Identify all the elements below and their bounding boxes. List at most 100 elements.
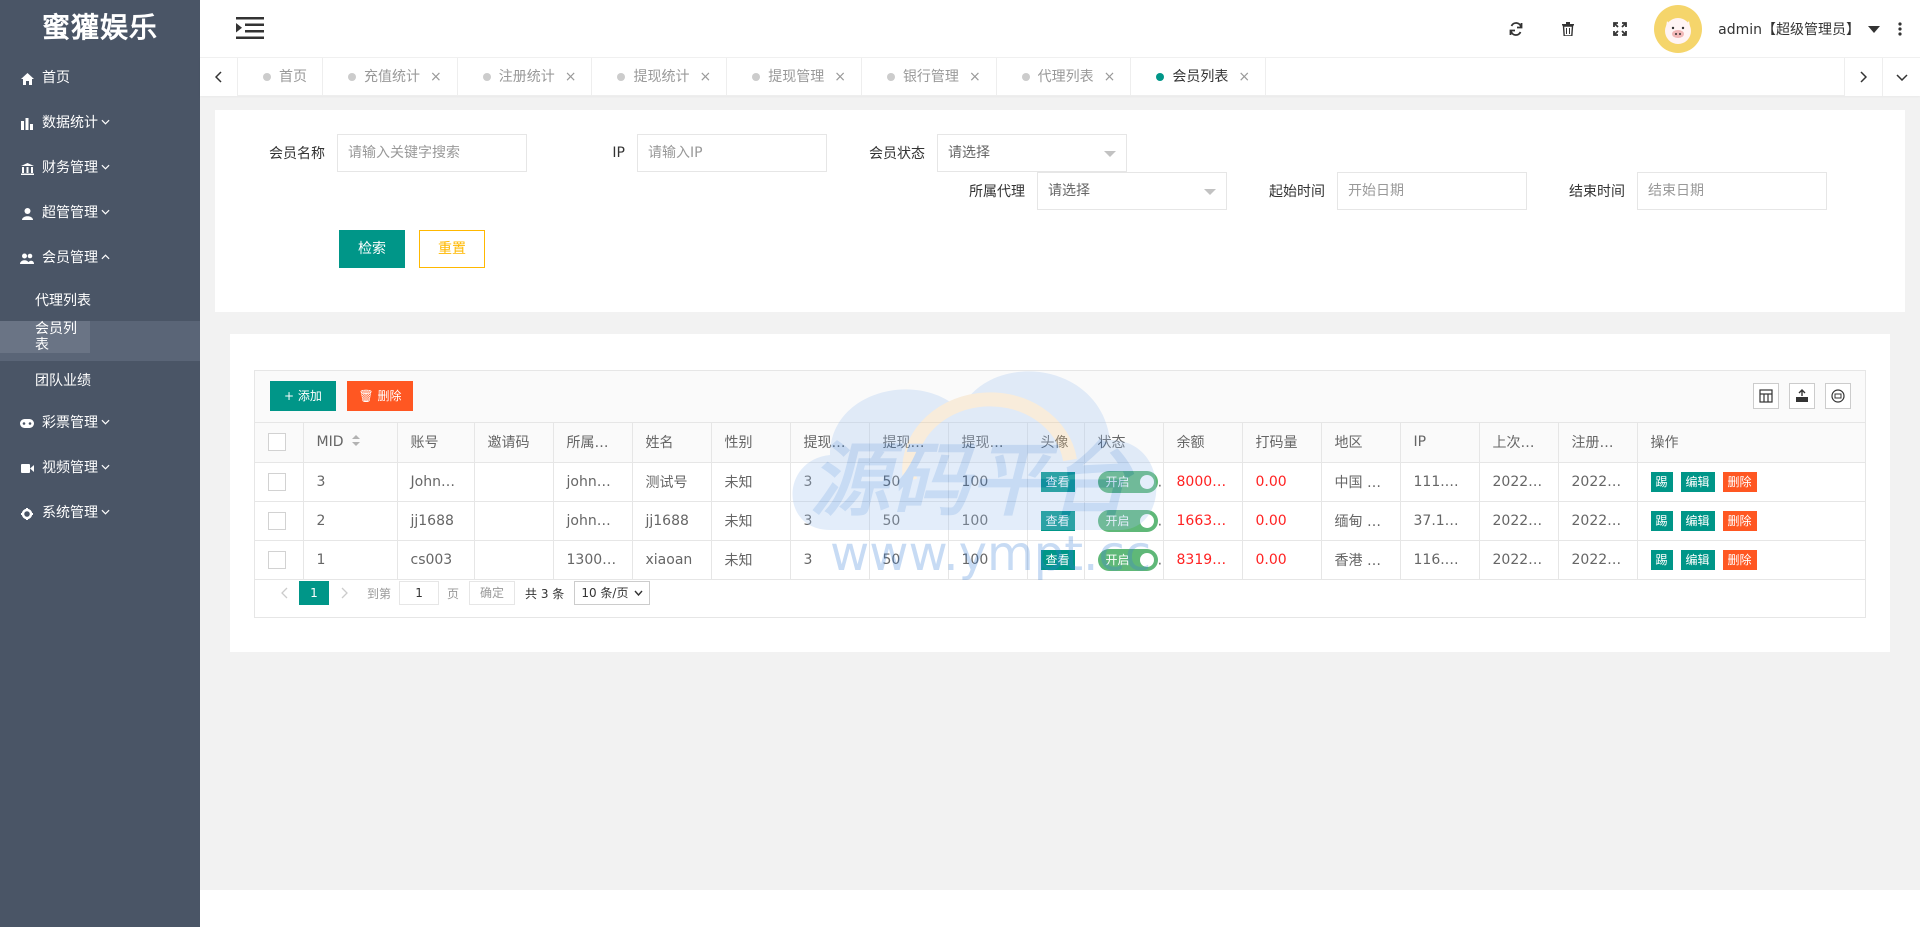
export-icon[interactable] <box>1789 383 1815 409</box>
close-icon[interactable]: × <box>699 58 711 96</box>
close-icon[interactable]: × <box>969 58 981 96</box>
delete-button[interactable]: 删除 <box>1722 549 1757 570</box>
sidebar-item-stats[interactable]: 数据统计 <box>0 101 200 146</box>
page-current[interactable]: 1 <box>299 581 329 605</box>
tab-agent-list[interactable]: 代理列表 × <box>997 58 1132 96</box>
sidebar-item-video[interactable]: 视频管理 <box>0 446 200 491</box>
start-date-input[interactable]: 开始日期 <box>1337 172 1527 210</box>
cell-status: 开启 <box>1084 540 1164 580</box>
home-icon <box>20 72 34 86</box>
sidebar-item-home[interactable]: 首页 <box>0 56 200 101</box>
view-avatar-button[interactable]: 查看 <box>1040 510 1075 531</box>
status-toggle[interactable]: 开启 <box>1097 509 1158 532</box>
tab-withdraw-stats[interactable]: 提现统计 × <box>592 58 728 96</box>
select-all-checkbox[interactable] <box>268 433 286 452</box>
cell-ip: 111.2… <box>1400 462 1480 502</box>
cell-ip: 116.2… <box>1400 540 1480 580</box>
end-date-input[interactable]: 结束日期 <box>1637 172 1827 210</box>
sidebar-item-finance[interactable]: 财务管理 <box>0 146 200 191</box>
menu-toggle-icon[interactable] <box>236 17 264 39</box>
sidebar-item-label: 彩票管理 <box>42 415 98 431</box>
edit-button[interactable]: 编辑 <box>1680 549 1715 570</box>
more-vertical-icon[interactable] <box>1880 22 1920 36</box>
tab-menu-chevron-down-icon[interactable] <box>1882 58 1920 96</box>
delete-button[interactable]: 删除 <box>1722 510 1757 531</box>
user-menu[interactable]: admin【超级管理员】 <box>1718 19 1880 39</box>
search-button[interactable]: 检索 <box>339 230 405 268</box>
pagination: 1 到第 1 页 确定 共 3 条 10 条/页 <box>269 581 651 605</box>
edit-button[interactable]: 编辑 <box>1680 510 1715 531</box>
edit-button[interactable]: 编辑 <box>1680 471 1715 492</box>
member-name-input[interactable]: 请输入关键字搜索 <box>337 134 527 172</box>
fullscreen-icon[interactable] <box>1594 0 1646 58</box>
tab-member-list[interactable]: 会员列表 × <box>1131 58 1267 96</box>
view-avatar-button[interactable]: 查看 <box>1040 471 1075 492</box>
page-size-select[interactable]: 10 条/页 <box>574 581 651 605</box>
tab-bank-manage[interactable]: 银行管理 × <box>862 58 997 96</box>
prev-page-icon[interactable] <box>269 581 299 605</box>
next-page-icon[interactable] <box>329 581 359 605</box>
sort-icon[interactable] <box>351 434 360 450</box>
chevron-down-icon <box>101 119 110 128</box>
row-checkbox[interactable] <box>268 511 286 530</box>
start-date-field: 起始时间 开始日期 <box>1255 172 1527 210</box>
video-icon <box>20 462 34 476</box>
member-status-select[interactable]: 请选择 <box>937 134 1127 172</box>
tab-withdraw-manage[interactable]: 提现管理 × <box>727 58 862 96</box>
avatar[interactable] <box>1654 5 1703 53</box>
agent-select[interactable]: 请选择 <box>1037 172 1227 210</box>
table-row: 2 jj1688 john… jj1688 未知 3 50 100 查看 开启 … <box>255 501 1865 541</box>
tab-scroll-left-icon[interactable] <box>200 58 238 96</box>
table-row: 3 John… john… 测试号 未知 3 50 100 查看 开启 8000… <box>255 462 1865 502</box>
view-avatar-button[interactable]: 查看 <box>1040 549 1075 570</box>
search-panel: 会员名称 请输入关键字搜索 IP 请输入IP 会员状态 请选择 所属代理 请选择… <box>215 110 1905 312</box>
kick-button[interactable]: 踢 <box>1650 510 1673 531</box>
add-button[interactable]: + 添加 <box>270 381 336 411</box>
col-withdraw-2: 提现… <box>869 423 949 463</box>
ip-input[interactable]: 请输入IP <box>637 134 827 172</box>
trash-icon[interactable] <box>1542 0 1594 58</box>
sidebar-item-members[interactable]: 会员管理 <box>0 236 200 281</box>
kick-button[interactable]: 踢 <box>1650 471 1673 492</box>
sidebar-subitem-member-list[interactable]: 会员列表 <box>0 321 200 361</box>
tab-home[interactable]: 首页 <box>238 58 323 96</box>
cell-last-login: 2022… <box>1479 462 1559 502</box>
goto-page-input[interactable]: 1 <box>399 581 440 605</box>
close-icon[interactable]: × <box>565 58 577 96</box>
sidebar-subitem-team-performance[interactable]: 团队业绩 <box>0 361 200 401</box>
print-icon[interactable] <box>1825 383 1851 409</box>
tab-register-stats[interactable]: 注册统计 × <box>458 58 593 96</box>
batch-delete-button[interactable]: 🗑 删除 <box>347 381 413 411</box>
plus-icon: + <box>284 389 298 403</box>
delete-button[interactable]: 删除 <box>1722 471 1757 492</box>
cell-name: jj1688 <box>632 501 712 541</box>
col-mid[interactable]: MID <box>303 423 398 463</box>
cell-register-time: 2022… <box>1558 501 1638 541</box>
sidebar-item-label: 超管管理 <box>42 205 98 221</box>
row-checkbox[interactable] <box>268 472 286 491</box>
status-toggle[interactable]: 开启 <box>1097 548 1158 571</box>
sidebar-item-system[interactable]: 系统管理 <box>0 491 200 536</box>
sidebar-subitem-agent-list[interactable]: 代理列表 <box>0 281 200 321</box>
columns-filter-icon[interactable] <box>1753 383 1779 409</box>
kick-button[interactable]: 踢 <box>1650 549 1673 570</box>
close-icon[interactable]: × <box>1238 58 1250 96</box>
reset-button[interactable]: 重置 <box>419 230 485 268</box>
tab-recharge-stats[interactable]: 充值统计 × <box>323 58 458 96</box>
toggle-label: 开启 <box>1105 514 1130 528</box>
tab-scroll-right-icon[interactable] <box>1844 58 1882 96</box>
sidebar-item-lottery[interactable]: 彩票管理 <box>0 401 200 446</box>
refresh-icon[interactable] <box>1490 0 1542 58</box>
cell-invite <box>474 462 554 502</box>
status-toggle[interactable]: 开启 <box>1097 470 1158 493</box>
close-icon[interactable]: × <box>834 58 846 96</box>
close-icon[interactable]: × <box>1104 58 1116 96</box>
chevron-up-icon <box>101 254 110 263</box>
row-checkbox[interactable] <box>268 550 286 569</box>
tab-label: 会员列表 <box>1172 69 1229 85</box>
cell-last-login: 2022… <box>1479 501 1559 541</box>
cell-withdraw-1: 3 <box>790 540 870 580</box>
close-icon[interactable]: × <box>430 58 442 96</box>
goto-confirm-button[interactable]: 确定 <box>469 581 516 605</box>
sidebar-item-superadmin[interactable]: 超管管理 <box>0 191 200 236</box>
